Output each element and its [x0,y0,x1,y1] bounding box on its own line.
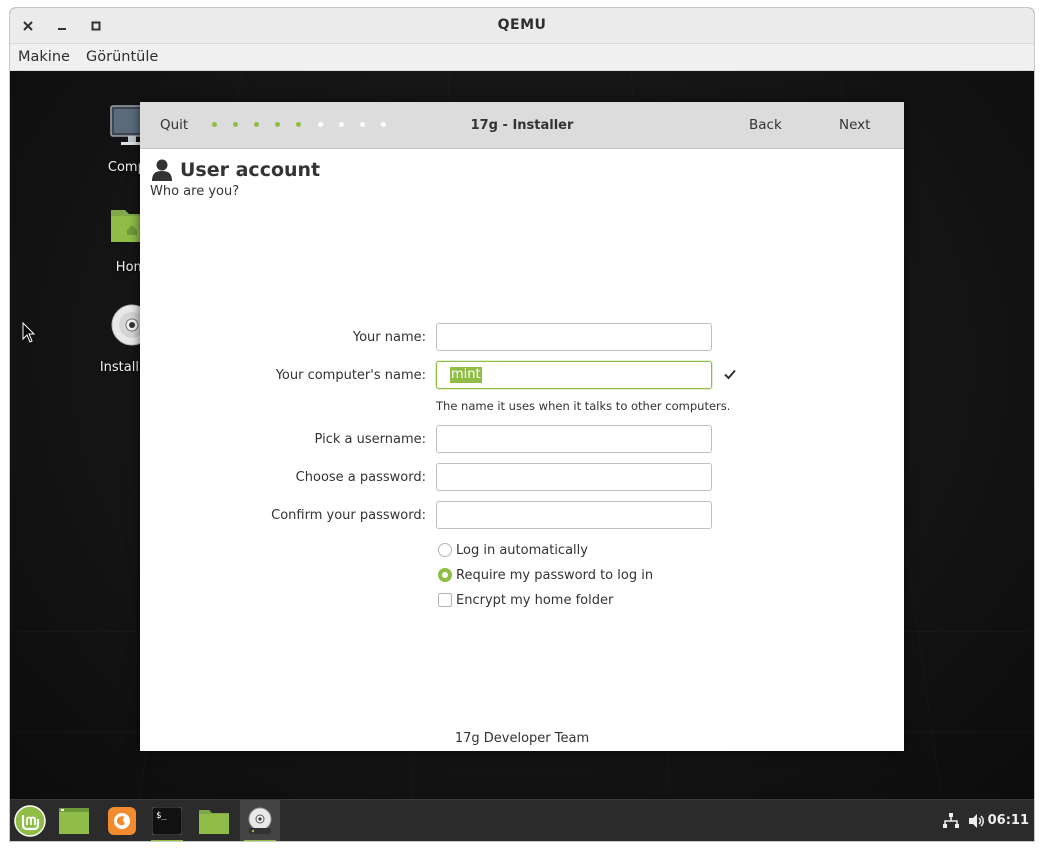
firefox-button[interactable] [102,800,142,841]
mouse-cursor-icon [22,322,36,343]
username-field[interactable] [436,425,712,453]
name-field[interactable] [436,323,712,351]
installer-window: Quit 17g - Installer Back Next User acco… [140,102,904,751]
installer-button[interactable] [240,800,280,841]
files-button[interactable] [194,800,234,841]
computer-name-value: mint [450,367,482,383]
title-bar: QEMU [10,8,1034,44]
encrypt-home-label: Encrypt my home folder [456,592,614,608]
next-button[interactable]: Next [839,117,870,133]
name-label: Your name: [352,330,426,345]
show-desktop-icon [59,808,89,834]
taskbar: $_ 06:11 [10,799,1034,841]
login-auto-option[interactable]: Log in automatically [438,541,588,559]
back-button[interactable]: Back [749,117,782,133]
installer-icon [248,807,272,834]
terminal-button[interactable]: $_ [147,800,187,841]
check-icon [724,369,736,380]
installer-footer: 17g Developer Team [454,731,590,746]
page-heading: User account [152,159,320,181]
confirm-password-label: Confirm your password: [271,508,426,523]
qemu-window: QEMU Makine Görüntüle Compu Hom Install … [10,8,1034,841]
clock[interactable]: 06:11 [988,813,1029,828]
desktop: Compu Hom Install Lin Quit 17g - Install… [10,71,1034,799]
volume-icon[interactable] [968,812,986,830]
installer-header: Quit 17g - Installer Back Next [140,102,904,149]
network-icon[interactable] [942,812,960,830]
user-icon [152,159,172,181]
password-label: Choose a password: [295,470,426,485]
terminal-icon: $_ [152,807,182,835]
installer-title: 17g - Installer [470,118,574,133]
password-field[interactable] [436,463,712,491]
files-icon [199,810,229,834]
svg-text:$_: $_ [156,811,167,821]
encrypt-home-option[interactable]: Encrypt my home folder [438,591,613,609]
confirm-password-field[interactable] [436,501,712,529]
window-title: QEMU [497,17,547,33]
page-title: User account [180,159,321,181]
encrypt-home-checkbox[interactable] [438,593,452,607]
computer-name-field[interactable]: mint [436,361,712,389]
show-desktop-button[interactable] [54,800,94,841]
username-label: Pick a username: [314,432,426,447]
mint-menu-button[interactable] [10,800,50,841]
menu-item-goruntule[interactable]: Görüntüle [86,49,158,65]
require-password-option[interactable]: Require my password to log in [438,566,653,584]
login-auto-label: Log in automatically [456,542,588,558]
menu-bar: Makine Görüntüle [10,44,1034,71]
computer-name-label: Your computer's name: [275,368,426,383]
require-password-radio[interactable] [438,568,452,582]
menu-item-makine[interactable]: Makine [18,49,70,65]
require-password-label: Require my password to log in [456,567,654,583]
login-auto-radio[interactable] [438,543,452,557]
mint-menu-icon [14,805,46,837]
page-subtitle: Who are you? [150,184,240,199]
computer-name-hint: The name it uses when it talks to other … [436,399,731,413]
firefox-icon [108,807,136,835]
